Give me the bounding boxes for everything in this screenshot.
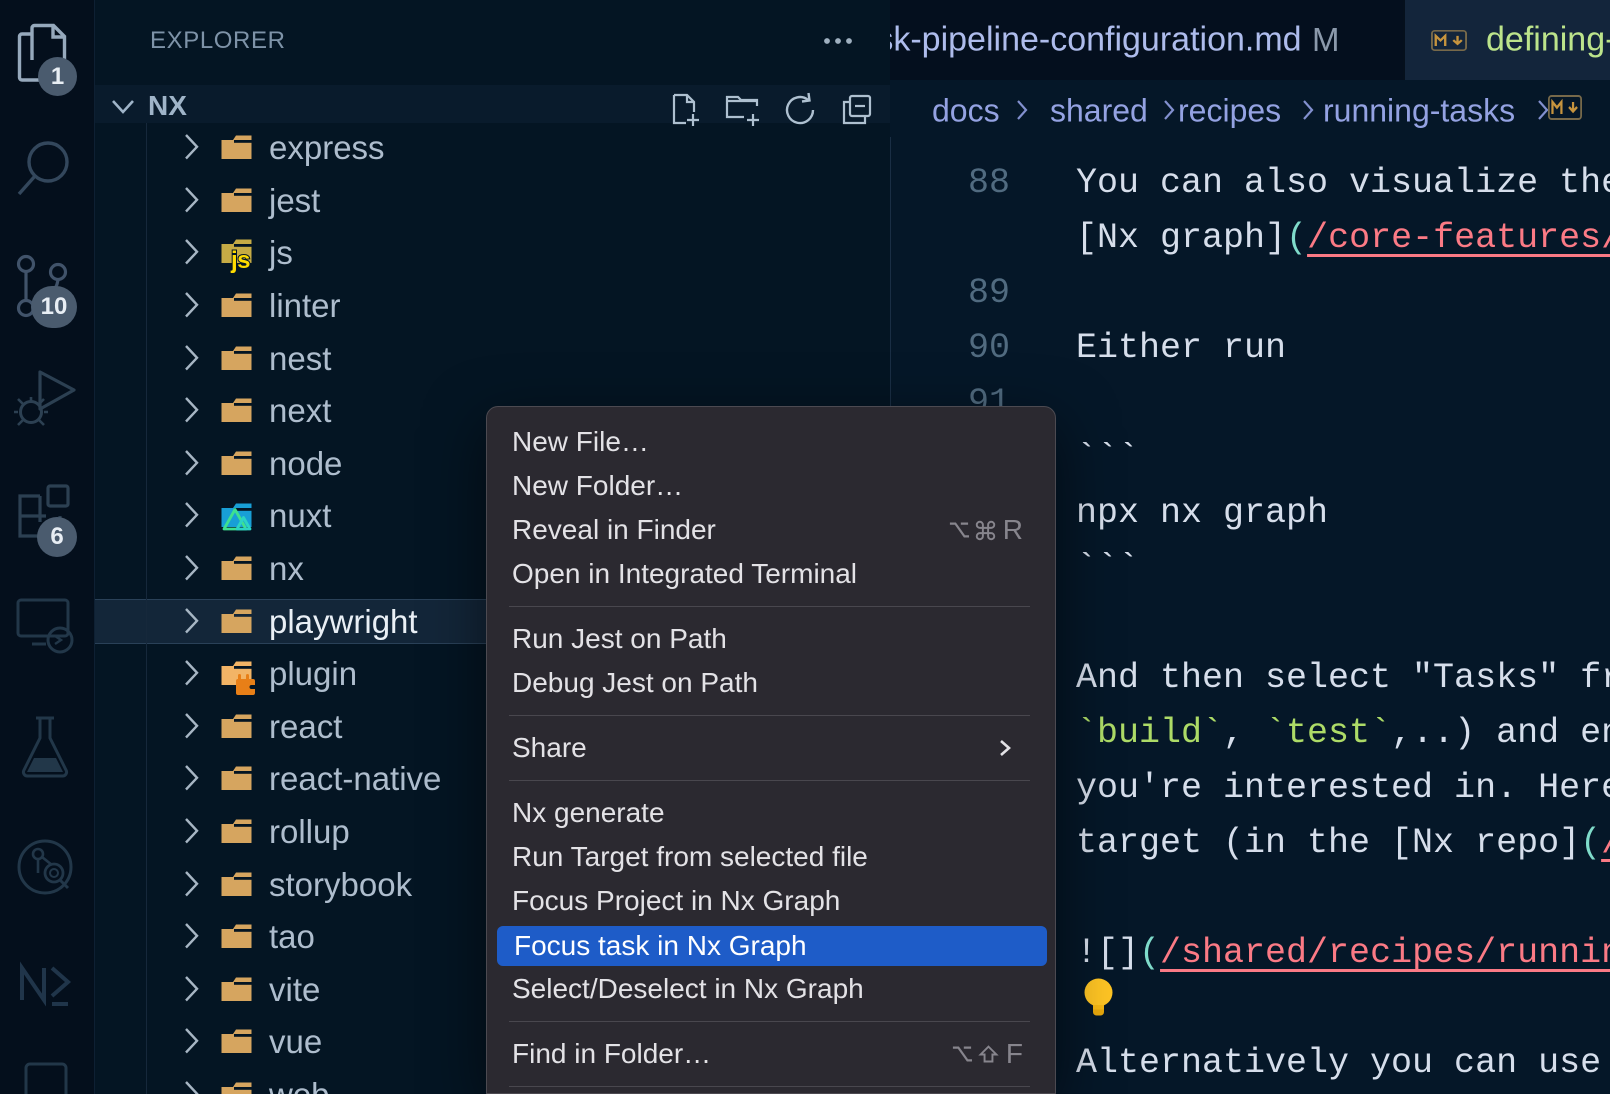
svg-text:js: js [230, 247, 250, 274]
